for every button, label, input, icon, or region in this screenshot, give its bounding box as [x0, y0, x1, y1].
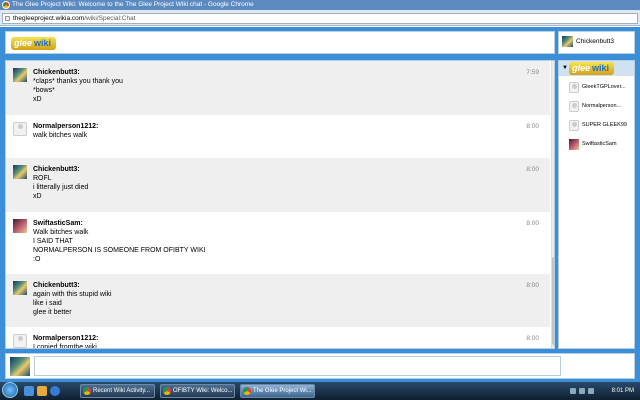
avatar	[569, 82, 579, 93]
power-icon[interactable]	[588, 388, 594, 394]
volume-icon[interactable]	[579, 388, 585, 394]
address-bar-area: thegleeproject.wikia.com/wiki/Special:Ch…	[0, 10, 640, 26]
message-text: :O	[33, 256, 41, 263]
taskbar-button-label: The Glee Project Wi...	[253, 388, 312, 394]
taskbar-window-button[interactable]: The Glee Project Wi...	[240, 384, 315, 398]
message-text: again with this stupid wiki	[33, 291, 112, 298]
chat-header: glee wiki	[5, 31, 555, 54]
wiki-logo-small: glee wiki	[569, 62, 614, 75]
message-username[interactable]: Chickenbutt3:	[33, 68, 550, 77]
user-list-item[interactable]: Normalperson...	[569, 99, 634, 115]
avatar[interactable]	[13, 165, 27, 179]
scrollbar-thumb[interactable]	[552, 257, 554, 345]
message-text: i litterally just died	[33, 184, 89, 191]
avatar[interactable]	[13, 334, 27, 348]
message-text: xD	[33, 193, 42, 200]
user-list-panel: ▼ glee wiki GleekTGPLover... Normalperson.…	[558, 60, 635, 349]
user-list-item[interactable]: SwiftasticSam	[569, 137, 634, 153]
chrome-icon	[163, 387, 171, 395]
page-icon	[5, 16, 10, 21]
message-timestamp: 7:59	[526, 69, 539, 76]
user-list-header[interactable]: ▼ glee wiki	[559, 61, 634, 76]
window-titlebar: The Glee Project Wiki: Welcome to the Th…	[0, 0, 640, 10]
message-timestamp: 8:00	[526, 166, 539, 173]
user-list-name: SUPER GLEEK99	[582, 122, 627, 128]
window-title: The Glee Project Wiki: Welcome to the Th…	[12, 1, 254, 8]
message-username[interactable]: SwiftasticSam:	[33, 219, 550, 228]
collapse-arrow-icon[interactable]: ▼	[562, 65, 568, 71]
clock[interactable]: 8:01 PM	[612, 385, 634, 397]
user-list-item[interactable]: SUPER GLEEK99	[569, 118, 634, 134]
message-timestamp: 8:00	[526, 123, 539, 130]
taskbar-button-label: OFIBTY Wiki: Welco...	[173, 388, 233, 394]
address-input[interactable]: thegleeproject.wikia.com/wiki/Special:Ch…	[2, 13, 638, 24]
start-button[interactable]	[2, 382, 18, 398]
wiki-logo[interactable]: glee wiki	[11, 37, 56, 50]
message-text: *bows*	[33, 87, 55, 94]
chat-app: glee wiki Chickenbutt3 Chickenbutt3: *clap…	[0, 27, 640, 382]
user-list-name: Normalperson...	[582, 103, 622, 109]
user-list-name: GleekTGPLover...	[582, 84, 626, 90]
avatar[interactable]	[13, 281, 27, 295]
chat-message: Chickenbutt3: ROFL i litterally just died x…	[6, 158, 550, 212]
message-input[interactable]	[34, 356, 561, 376]
taskbar-button-label: Recent Wiki Activity...	[93, 388, 150, 394]
message-username[interactable]: Chickenbutt3:	[33, 281, 550, 290]
message-text: NORMALPERSON IS SOMEONE FROM OFIBTY WIKI	[33, 247, 206, 254]
message-timestamp: 8:00	[526, 335, 539, 342]
message-username[interactable]: Chickenbutt3:	[33, 165, 550, 174]
message-username[interactable]: Normalperson1212:	[33, 334, 550, 343]
avatar	[569, 139, 579, 150]
logo-glee-text: glee	[572, 63, 591, 73]
system-tray: 8:01 PM	[568, 385, 640, 397]
windows-taskbar: Recent Wiki Activity... OFIBTY Wiki: Welc…	[0, 382, 640, 400]
folder-icon[interactable]	[37, 386, 47, 396]
avatar	[569, 101, 579, 112]
message-username[interactable]: Normalperson1212:	[33, 122, 550, 131]
ie-quicklaunch-icon[interactable]	[50, 386, 60, 396]
message-text: ROFL	[33, 175, 52, 182]
message-text: glee it better	[33, 309, 72, 316]
chrome-icon	[243, 387, 251, 395]
user-list-name: SwiftasticSam	[582, 141, 617, 147]
chat-message: Chickenbutt3: again with this stupid wiki…	[6, 274, 550, 327]
avatar[interactable]	[13, 122, 27, 136]
avatar	[562, 36, 573, 47]
chat-message: SwiftasticSam: Walk bitches walk I SAID TH…	[6, 212, 550, 274]
taskbar-window-button[interactable]: Recent Wiki Activity...	[80, 384, 155, 398]
message-text: *claps* thanks you thank you	[33, 78, 123, 85]
logo-glee-text: glee	[14, 38, 33, 48]
message-timestamp: 8:00	[526, 282, 539, 289]
taskbar-window-button[interactable]: OFIBTY Wiki: Welco...	[160, 384, 235, 398]
message-text: like i said	[33, 300, 62, 307]
url-path: /wiki/Special:Chat	[84, 15, 136, 22]
avatar	[10, 357, 30, 376]
message-text: walk bitches walk	[33, 132, 88, 139]
chat-log: Chickenbutt3: *claps* thanks you thank yo…	[5, 60, 555, 349]
network-icon[interactable]	[570, 388, 576, 394]
current-username: Chickenbutt3	[576, 38, 614, 45]
avatar	[569, 120, 579, 131]
message-text: Walk bitches walk	[33, 229, 89, 236]
chat-message: Chickenbutt3: *claps* thanks you thank yo…	[6, 61, 550, 115]
message-input-bar	[5, 353, 635, 379]
chat-message: Normalperson1212: I copied fromthe wiki 8:…	[6, 327, 550, 349]
avatar[interactable]	[13, 219, 27, 233]
chrome-icon	[83, 387, 91, 395]
message-text: I copied fromthe wiki	[33, 344, 97, 349]
current-user-box[interactable]: Chickenbutt3	[558, 31, 635, 54]
avatar[interactable]	[13, 68, 27, 82]
message-timestamp: 8:00	[526, 220, 539, 227]
message-text: xD	[33, 96, 42, 103]
logo-wiki-text: wiki	[592, 63, 610, 73]
chrome-icon	[2, 1, 10, 9]
user-list-item[interactable]: GleekTGPLover...	[569, 80, 634, 96]
logo-wiki-text: wiki	[34, 38, 52, 48]
url-domain: thegleeproject.wikia.com	[13, 15, 85, 22]
message-text: I SAID THAT	[33, 238, 73, 245]
ie-icon[interactable]	[24, 386, 34, 396]
chat-message: Normalperson1212: walk bitches walk 8:00	[6, 115, 550, 158]
chat-scrollbar[interactable]	[551, 61, 554, 348]
